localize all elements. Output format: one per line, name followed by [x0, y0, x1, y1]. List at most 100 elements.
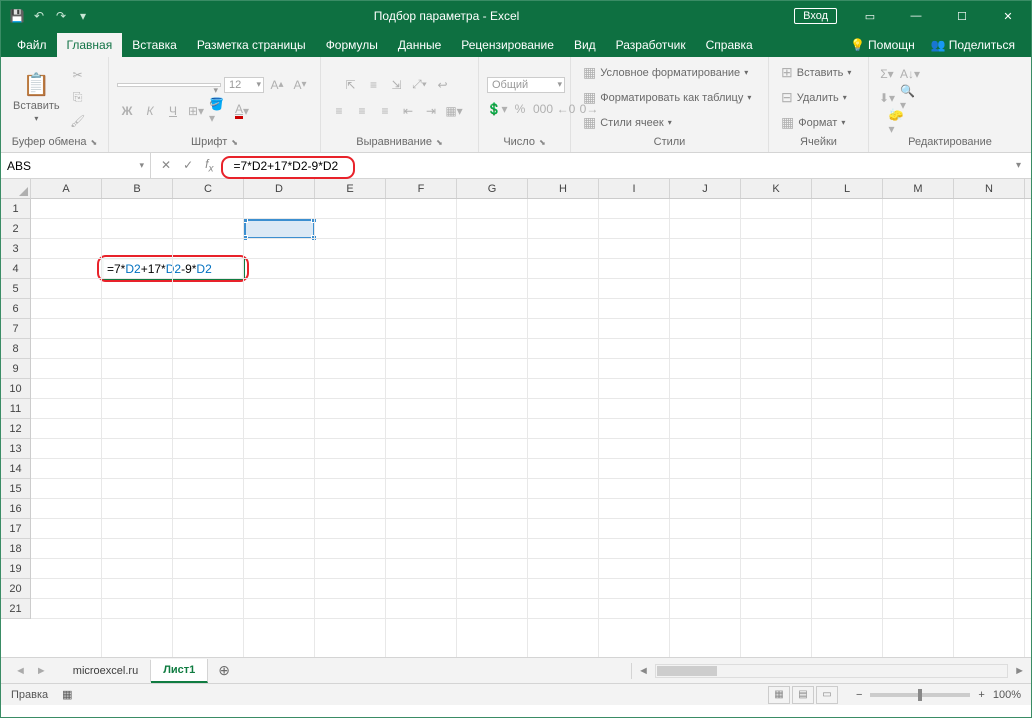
expand-formula-bar-icon[interactable]: ▾: [1006, 160, 1031, 171]
dialog-launcher-icon[interactable]: ⬊: [436, 138, 443, 147]
format-as-table-button[interactable]: ▦Форматировать как таблицу▾: [579, 87, 755, 108]
fill-color-icon[interactable]: 🪣▾: [209, 101, 229, 121]
row-header[interactable]: 15: [1, 479, 30, 499]
column-header[interactable]: B: [102, 179, 173, 198]
tab-developer[interactable]: Разработчик: [606, 33, 696, 57]
font-name-select[interactable]: [117, 83, 221, 87]
close-button[interactable]: ✕: [985, 1, 1031, 31]
view-normal-icon[interactable]: ▦: [768, 686, 790, 704]
sheet-tab[interactable]: Лист1: [151, 659, 208, 683]
wrap-text-icon[interactable]: ↩: [433, 75, 453, 95]
format-cells-button[interactable]: ▦Формат▾: [777, 112, 849, 133]
insert-function-icon[interactable]: fx: [205, 157, 213, 174]
column-header[interactable]: E: [315, 179, 386, 198]
conditional-format-button[interactable]: ▦Условное форматирование▾: [579, 62, 752, 83]
column-header[interactable]: J: [670, 179, 741, 198]
borders-icon[interactable]: ⊞▾: [186, 101, 206, 121]
zoom-out-button[interactable]: −: [856, 689, 862, 701]
row-header[interactable]: 2: [1, 219, 30, 239]
tab-home[interactable]: Главная: [57, 33, 123, 57]
row-header[interactable]: 4: [1, 259, 30, 279]
zoom-in-button[interactable]: +: [978, 689, 984, 701]
row-header[interactable]: 8: [1, 339, 30, 359]
column-header[interactable]: L: [812, 179, 883, 198]
column-header[interactable]: A: [31, 179, 102, 198]
row-header[interactable]: 3: [1, 239, 30, 259]
redo-icon[interactable]: ↷: [53, 8, 69, 24]
autosum-icon[interactable]: Σ▾: [877, 64, 897, 84]
percent-icon[interactable]: %: [510, 99, 530, 119]
cells-area[interactable]: =7*D2+17*D2-9*D2: [31, 199, 1031, 657]
row-header[interactable]: 10: [1, 379, 30, 399]
row-header[interactable]: 20: [1, 579, 30, 599]
sheet-nav-next-icon[interactable]: ►: [36, 665, 47, 677]
new-sheet-button[interactable]: ⊕: [208, 662, 240, 679]
clear-icon[interactable]: 🧽▾: [889, 112, 909, 132]
font-color-icon[interactable]: A▾: [232, 101, 252, 121]
undo-icon[interactable]: ↶: [31, 8, 47, 24]
qat-more-icon[interactable]: ▾: [75, 8, 91, 24]
row-header[interactable]: 13: [1, 439, 30, 459]
format-painter-icon[interactable]: 🖌: [68, 111, 88, 131]
align-bottom-icon[interactable]: ⇲: [387, 75, 407, 95]
align-top-icon[interactable]: ⇱: [341, 75, 361, 95]
sheet-nav-prev-icon[interactable]: ◄: [15, 665, 26, 677]
indent-increase-icon[interactable]: ⇥: [421, 101, 441, 121]
row-header[interactable]: 16: [1, 499, 30, 519]
paste-button[interactable]: 📋Вставить▾: [9, 70, 64, 125]
tab-formulas[interactable]: Формулы: [316, 33, 388, 57]
column-header[interactable]: C: [173, 179, 244, 198]
zoom-level[interactable]: 100%: [993, 689, 1021, 701]
row-header[interactable]: 18: [1, 539, 30, 559]
merge-icon[interactable]: ▦▾: [444, 101, 464, 121]
row-header[interactable]: 6: [1, 299, 30, 319]
name-box[interactable]: ABS: [1, 153, 151, 178]
sheet-tab[interactable]: microexcel.ru: [61, 660, 151, 682]
increase-font-icon[interactable]: A▴: [267, 75, 287, 95]
insert-cells-button[interactable]: ⊞Вставить▾: [777, 62, 855, 83]
cut-icon[interactable]: ✂: [68, 65, 88, 85]
align-middle-icon[interactable]: ≡: [364, 75, 384, 95]
column-header[interactable]: G: [457, 179, 528, 198]
font-size-select[interactable]: 12: [224, 77, 264, 93]
fill-icon[interactable]: ⬇▾: [877, 88, 897, 108]
row-header[interactable]: 11: [1, 399, 30, 419]
worksheet-grid[interactable]: ABCDEFGHIJKLMN 1234567891011121314151617…: [1, 179, 1031, 657]
comma-icon[interactable]: 000: [533, 99, 553, 119]
tab-file[interactable]: Файл: [7, 33, 57, 57]
horizontal-scrollbar[interactable]: ◄ ►: [631, 663, 1031, 679]
zoom-slider[interactable]: [870, 693, 970, 697]
bold-button[interactable]: Ж: [117, 101, 137, 121]
row-header[interactable]: 21: [1, 599, 30, 619]
italic-button[interactable]: К: [140, 101, 160, 121]
column-header[interactable]: D: [244, 179, 315, 198]
delete-cells-button[interactable]: ⊟Удалить▾: [777, 87, 851, 108]
sort-filter-icon[interactable]: A↓▾: [900, 64, 920, 84]
align-center-icon[interactable]: ≡: [352, 101, 372, 121]
row-header[interactable]: 9: [1, 359, 30, 379]
find-icon[interactable]: 🔍▾: [900, 88, 920, 108]
column-header[interactable]: M: [883, 179, 954, 198]
tab-layout[interactable]: Разметка страницы: [187, 33, 316, 57]
copy-icon[interactable]: ⎘: [68, 88, 88, 108]
save-icon[interactable]: 💾: [9, 8, 25, 24]
align-left-icon[interactable]: ≡: [329, 101, 349, 121]
underline-button[interactable]: Ч: [163, 101, 183, 121]
row-header[interactable]: 17: [1, 519, 30, 539]
view-layout-icon[interactable]: ▤: [792, 686, 814, 704]
enter-formula-icon[interactable]: ✓: [183, 158, 193, 172]
tab-view[interactable]: Вид: [564, 33, 606, 57]
row-header[interactable]: 12: [1, 419, 30, 439]
minimize-button[interactable]: —: [893, 1, 939, 31]
tab-review[interactable]: Рецензирование: [451, 33, 564, 57]
orientation-icon[interactable]: ⤢▾: [410, 75, 430, 95]
tell-me-button[interactable]: 💡Помощн: [842, 33, 923, 57]
currency-icon[interactable]: 💲▾: [487, 99, 507, 119]
indent-decrease-icon[interactable]: ⇤: [398, 101, 418, 121]
select-all-corner[interactable]: [1, 179, 31, 199]
share-button[interactable]: 👥Поделиться: [923, 33, 1023, 57]
row-header[interactable]: 1: [1, 199, 30, 219]
tab-help[interactable]: Справка: [696, 33, 763, 57]
column-header[interactable]: I: [599, 179, 670, 198]
dialog-launcher-icon[interactable]: ⬊: [539, 138, 546, 147]
